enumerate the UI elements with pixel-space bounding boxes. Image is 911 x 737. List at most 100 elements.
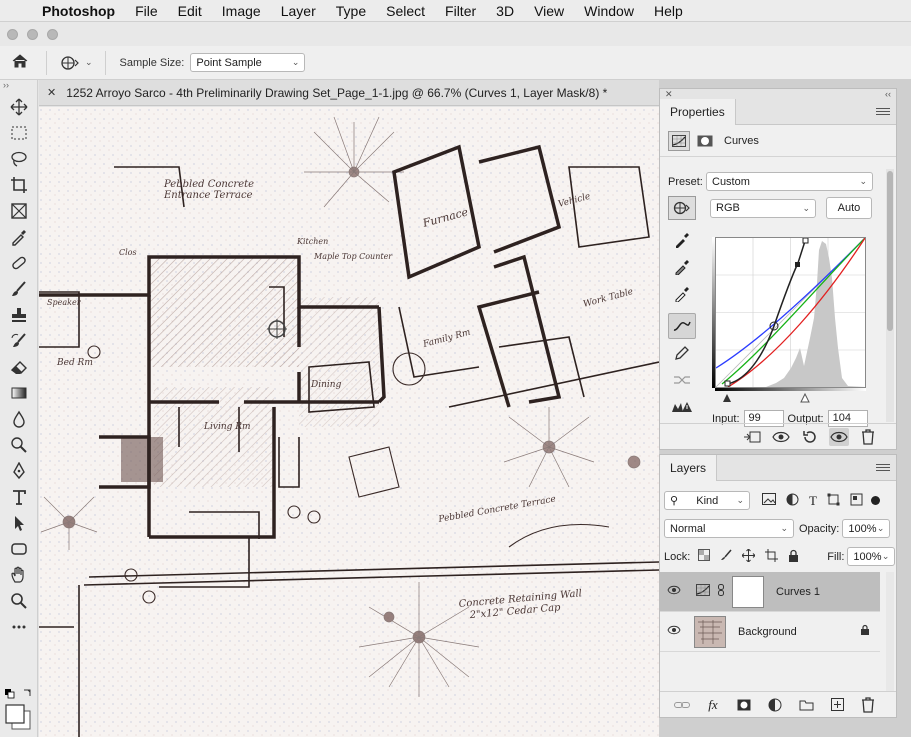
smooth-curve-button[interactable] bbox=[668, 367, 696, 393]
new-group-button[interactable] bbox=[796, 696, 816, 714]
delete-adjustment-button[interactable] bbox=[858, 428, 878, 446]
tab-properties[interactable]: Properties bbox=[660, 98, 736, 125]
sample-black-point-button[interactable] bbox=[668, 227, 696, 253]
layers-scrollbar[interactable] bbox=[886, 572, 894, 692]
curve-point[interactable] bbox=[795, 262, 800, 267]
move-tool[interactable] bbox=[0, 94, 38, 120]
collapse-panel-icon[interactable]: ‹‹ bbox=[885, 89, 891, 99]
frame-tool[interactable] bbox=[0, 198, 38, 224]
preset-select[interactable]: Custom ⌄ bbox=[706, 172, 873, 191]
window-minimize-button[interactable] bbox=[27, 28, 38, 40]
layer-row-curves[interactable]: Curves 1 bbox=[660, 572, 880, 612]
add-mask-button[interactable] bbox=[734, 696, 754, 714]
lock-transparency-icon[interactable] bbox=[698, 549, 711, 564]
panel-menu-icon[interactable] bbox=[876, 106, 890, 117]
curve-point[interactable] bbox=[802, 237, 809, 244]
add-layer-style-button[interactable]: fx bbox=[703, 696, 723, 714]
white-point-slider[interactable] bbox=[800, 392, 810, 403]
layer-thumbnail[interactable] bbox=[694, 615, 726, 648]
menu-help[interactable]: Help bbox=[654, 3, 683, 19]
menu-type[interactable]: Type bbox=[336, 3, 366, 19]
curve-point[interactable] bbox=[724, 380, 731, 387]
lock-pixels-icon[interactable] bbox=[720, 549, 732, 564]
toolbar-collapse-icon[interactable]: ›› bbox=[0, 80, 37, 94]
menu-app[interactable]: Photoshop bbox=[42, 3, 115, 19]
opacity-field[interactable]: 100% ⌄ bbox=[842, 519, 891, 538]
document-tab[interactable]: ✕ 1252 Arroyo Sarco - 4th Preliminarily … bbox=[39, 80, 659, 106]
filter-adjustment-icon[interactable] bbox=[786, 493, 799, 509]
menu-layer[interactable]: Layer bbox=[281, 3, 316, 19]
crop-tool[interactable] bbox=[0, 172, 38, 198]
healing-brush-tool[interactable] bbox=[0, 250, 38, 276]
lock-all-icon[interactable] bbox=[788, 549, 799, 565]
reset-adjustment-button[interactable] bbox=[800, 428, 820, 446]
filter-toggle-icon[interactable] bbox=[870, 496, 880, 505]
sample-white-point-button[interactable] bbox=[668, 281, 696, 307]
filter-shape-icon[interactable] bbox=[827, 493, 840, 509]
brush-tool[interactable] bbox=[0, 276, 38, 302]
marquee-tool[interactable] bbox=[0, 120, 38, 146]
layer-mask-icon[interactable] bbox=[694, 131, 716, 151]
filter-pixel-icon[interactable] bbox=[762, 493, 776, 508]
menu-view[interactable]: View bbox=[534, 3, 564, 19]
document-canvas[interactable]: Pebbled Concrete Entrance Terrace Furnace… bbox=[39, 107, 659, 737]
menu-3d[interactable]: 3D bbox=[496, 3, 514, 19]
link-layers-button[interactable] bbox=[672, 696, 692, 714]
menu-select[interactable]: Select bbox=[386, 3, 425, 19]
lasso-tool[interactable] bbox=[0, 146, 38, 172]
menu-window[interactable]: Window bbox=[584, 3, 634, 19]
visibility-eye-icon[interactable] bbox=[660, 625, 688, 638]
clip-to-layer-button[interactable] bbox=[742, 428, 762, 446]
close-document-icon[interactable]: ✕ bbox=[47, 86, 56, 99]
curves-adjustment-icon[interactable] bbox=[668, 130, 690, 151]
mask-link-icon[interactable] bbox=[718, 584, 726, 599]
new-adjustment-layer-button[interactable] bbox=[765, 696, 785, 714]
tool-preset-picker[interactable]: ⌄ bbox=[53, 55, 99, 71]
menu-file[interactable]: File bbox=[135, 3, 158, 19]
new-layer-button[interactable] bbox=[827, 696, 847, 714]
gradient-tool[interactable] bbox=[0, 380, 38, 406]
layer-row-background[interactable]: Background bbox=[660, 612, 880, 652]
filter-type-icon[interactable]: T bbox=[809, 493, 817, 509]
toggle-visibility-button[interactable] bbox=[829, 427, 849, 446]
draw-curve-button[interactable] bbox=[668, 340, 696, 366]
stamp-tool[interactable] bbox=[0, 302, 38, 328]
blur-tool[interactable] bbox=[0, 406, 38, 432]
blend-mode-select[interactable]: Normal ⌄ bbox=[664, 519, 794, 538]
visibility-eye-icon[interactable] bbox=[660, 585, 688, 598]
properties-scrollbar[interactable] bbox=[886, 169, 894, 422]
zoom-tool[interactable] bbox=[0, 588, 38, 614]
menu-image[interactable]: Image bbox=[222, 3, 261, 19]
window-close-button[interactable] bbox=[7, 28, 18, 40]
tab-layers[interactable]: Layers bbox=[660, 454, 718, 481]
edit-points-button[interactable] bbox=[668, 313, 696, 339]
menu-filter[interactable]: Filter bbox=[445, 3, 476, 19]
sample-size-select[interactable]: Point Sample ⌄ bbox=[190, 53, 306, 72]
panel-menu-icon[interactable] bbox=[876, 462, 890, 473]
channel-select[interactable]: RGB ⌄ bbox=[710, 198, 816, 218]
path-selection-tool[interactable] bbox=[0, 510, 38, 536]
color-swatches[interactable] bbox=[4, 687, 34, 731]
layer-mask-thumbnail[interactable] bbox=[732, 575, 764, 608]
menu-edit[interactable]: Edit bbox=[178, 3, 202, 19]
pen-tool[interactable] bbox=[0, 458, 38, 484]
home-button[interactable] bbox=[0, 53, 40, 72]
lock-artboard-icon[interactable] bbox=[765, 548, 779, 565]
view-previous-state-button[interactable] bbox=[771, 428, 791, 446]
clipping-warning-button[interactable] bbox=[668, 394, 696, 420]
delete-layer-button[interactable] bbox=[858, 696, 878, 714]
hand-tool[interactable] bbox=[0, 562, 38, 588]
layer-filter-select[interactable]: ⚲ Kind ⌄ bbox=[664, 491, 750, 510]
type-tool[interactable] bbox=[0, 484, 38, 510]
sample-gray-point-button[interactable] bbox=[668, 254, 696, 280]
curve-graph[interactable] bbox=[715, 237, 866, 388]
properties-scroll-thumb[interactable] bbox=[887, 171, 893, 331]
filter-smart-object-icon[interactable] bbox=[850, 493, 863, 509]
auto-button[interactable]: Auto bbox=[826, 197, 872, 219]
more-tools-button[interactable] bbox=[0, 614, 38, 640]
black-point-slider[interactable] bbox=[723, 394, 731, 402]
shape-tool[interactable] bbox=[0, 536, 38, 562]
window-zoom-button[interactable] bbox=[47, 28, 58, 40]
history-brush-tool[interactable] bbox=[0, 328, 38, 354]
dodge-tool[interactable] bbox=[0, 432, 38, 458]
